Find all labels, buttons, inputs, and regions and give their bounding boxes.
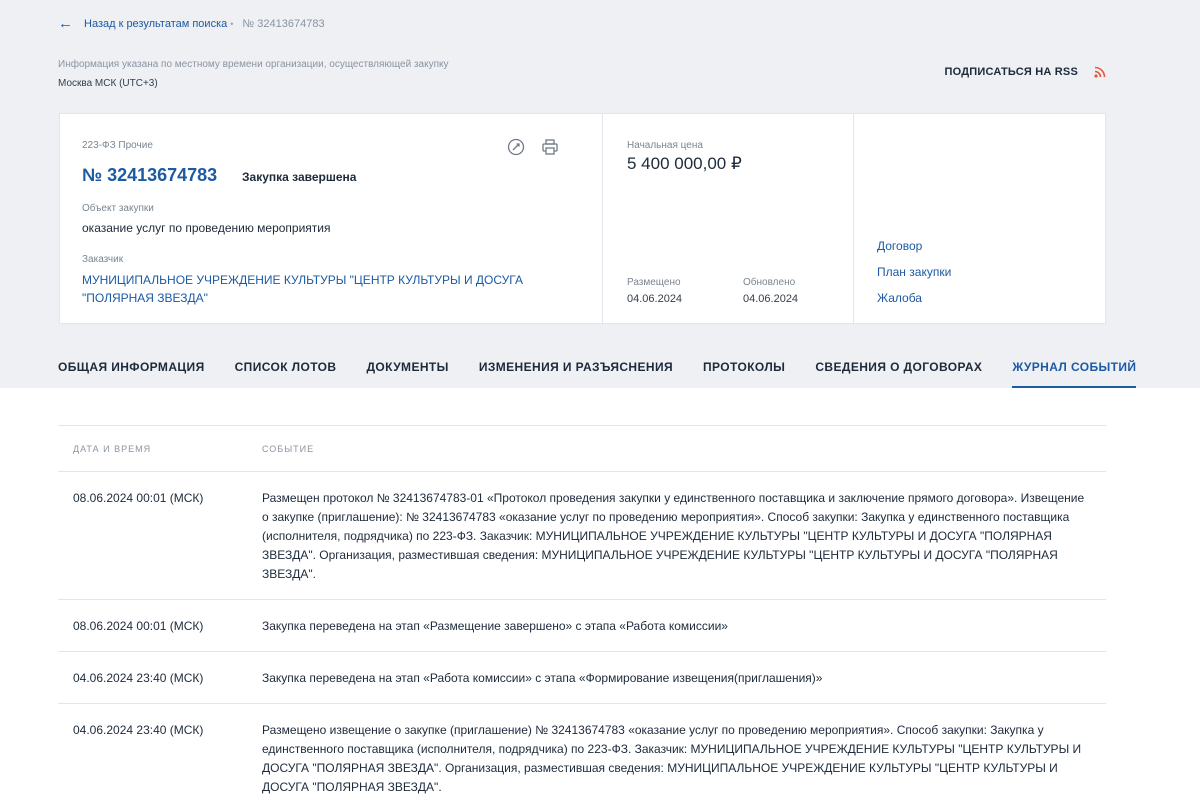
updated-label: Обновлено (743, 277, 796, 288)
event-date: 08.06.2024 00:01 (МСК) (73, 619, 204, 633)
timezone-value: Москва МСК (UTC+3) (58, 78, 158, 89)
price-label: Начальная цена (627, 140, 703, 151)
law-label: 223-ФЗ Прочие (82, 140, 153, 151)
procurement-links: Договор План закупки Жалоба (854, 114, 1105, 323)
tab-bar: ОБЩАЯ ИНФОРМАЦИЯ СПИСОК ЛОТОВ ДОКУМЕНТЫ … (58, 360, 1137, 388)
event-text: Закупка переведена на этап «Размещение з… (262, 619, 728, 633)
column-header-event: СОБЫТИЕ (262, 443, 315, 454)
column-header-date: ДАТА И ВРЕМЯ (73, 443, 152, 454)
contract-link[interactable]: Договор (877, 239, 951, 253)
arrow-left-icon[interactable]: ← (58, 16, 84, 32)
customer-label: Заказчик (82, 254, 124, 265)
table-row: 08.06.2024 00:01 (МСК) Размещен протокол… (58, 472, 1106, 600)
object-label: Объект закупки (82, 203, 154, 214)
tab-protocols[interactable]: ПРОТОКОЛЫ (703, 360, 785, 388)
published-label: Размещено (627, 277, 681, 288)
table-row: 08.06.2024 00:01 (МСК) Закупка переведен… (58, 600, 1106, 652)
print-icon[interactable] (541, 138, 559, 156)
timezone-note: Информация указана по местному времени о… (58, 59, 449, 70)
rss-label: ПОДПИСАТЬСЯ НА RSS (944, 66, 1078, 78)
card-actions (507, 138, 559, 156)
tab-lots[interactable]: СПИСОК ЛОТОВ (235, 360, 337, 388)
procurement-number: № 32413674783 (82, 165, 218, 185)
event-text: Закупка переведена на этап «Работа комис… (262, 671, 823, 685)
back-to-results-link[interactable]: Назад к результатам поиска (84, 18, 227, 30)
event-text: Размещен протокол № 32413674783-01 «Прот… (262, 491, 1085, 581)
event-date: 08.06.2024 00:01 (МСК) (73, 491, 204, 505)
event-log-table: ДАТА И ВРЕМЯ СОБЫТИЕ 08.06.2024 00:01 (М… (58, 425, 1106, 808)
object-value: оказание услуг по проведению мероприятия (82, 221, 331, 235)
tab-documents[interactable]: ДОКУМЕНТЫ (366, 360, 448, 388)
tab-changes[interactable]: ИЗМЕНЕНИЯ И РАЗЪЯСНЕНИЯ (479, 360, 673, 388)
published-value: 04.06.2024 (627, 293, 683, 305)
table-row: 04.06.2024 23:40 (МСК) Закупка переведен… (58, 652, 1106, 704)
rss-icon (1094, 66, 1106, 78)
event-date: 04.06.2024 23:40 (МСК) (73, 723, 204, 737)
rss-subscribe-button[interactable]: ПОДПИСАТЬСЯ НА RSS (945, 66, 1106, 78)
tab-general-info[interactable]: ОБЩАЯ ИНФОРМАЦИЯ (58, 360, 205, 388)
updated-value: 04.06.2024 (743, 293, 799, 305)
tab-contracts[interactable]: СВЕДЕНИЯ О ДОГОВОРАХ (815, 360, 982, 388)
table-row: 04.06.2024 23:40 (МСК) Размещено извещен… (58, 704, 1106, 808)
event-text: Размещено извещение о закупке (приглашен… (262, 723, 1082, 794)
breadcrumb-separator: • (230, 19, 234, 29)
price-value: 5 400 000,00 ₽ (627, 154, 742, 173)
procurement-plan-link[interactable]: План закупки (877, 265, 951, 279)
breadcrumb: ← Назад к результатам поиска • № 3241367… (58, 16, 325, 32)
procurement-main: 223-ФЗ Прочие № 32413674783 Закупка заве… (60, 114, 603, 323)
tab-event-log[interactable]: ЖУРНАЛ СОБЫТИЙ (1012, 360, 1137, 388)
breadcrumb-current: № 32413674783 (242, 18, 325, 30)
event-date: 04.06.2024 23:40 (МСК) (73, 671, 204, 685)
procurement-price: Начальная цена 5 400 000,00 ₽ Размещено … (603, 114, 854, 323)
link-icon[interactable] (507, 138, 525, 156)
complaint-link[interactable]: Жалоба (877, 291, 951, 305)
procurement-card: 223-ФЗ Прочие № 32413674783 Закупка заве… (59, 113, 1106, 324)
table-header: ДАТА И ВРЕМЯ СОБЫТИЕ (58, 426, 1106, 472)
status-badge: Закупка завершена (242, 170, 357, 184)
customer-link[interactable]: МУНИЦИПАЛЬНОЕ УЧРЕЖДЕНИЕ КУЛЬТУРЫ "ЦЕНТР… (82, 271, 552, 307)
